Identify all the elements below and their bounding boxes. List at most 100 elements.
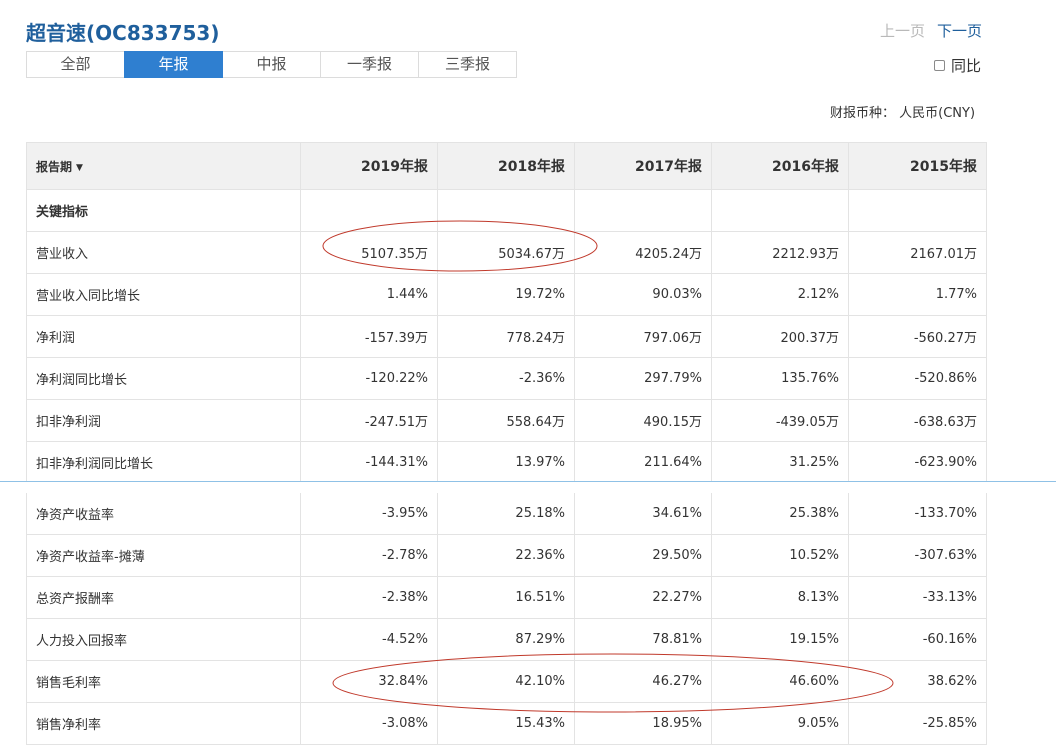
section-label: 关键指标: [26, 189, 301, 232]
row-label: 营业收入: [26, 231, 301, 274]
currency-note: 财报币种： 人民币(CNY): [830, 106, 976, 121]
table-row: 销售毛利率 32.84% 42.10% 46.27% 46.60% 38.62%: [26, 660, 987, 703]
table-cell: 32.84%: [300, 660, 438, 703]
table-row: 营业收入 5107.35万 5034.67万 4205.24万 2212.93万 2167…: [26, 231, 987, 274]
period-header-label: 报告期: [36, 159, 73, 174]
tab-q3[interactable]: 三季报: [418, 51, 517, 78]
screenshot-seam: [0, 481, 1056, 492]
table-cell: 25.38%: [711, 487, 849, 535]
table-cell: 42.10%: [437, 660, 575, 703]
table-row: 扣非净利润 -247.51万 558.64万 490.15万 -439.05万 -638.…: [26, 399, 987, 442]
screenshot-seam-line: [0, 481, 1056, 482]
table-cell: 1.77%: [848, 273, 987, 316]
table-row: 净利润 -157.39万 778.24万 797.06万 200.37万 -560.27万: [26, 315, 987, 358]
table-cell: 135.76%: [711, 357, 849, 400]
table-header-row: 报告期 ▼ 2019年报 2018年报 2017年报 2016年报 2015年报: [26, 142, 987, 190]
yoy-checkbox[interactable]: [934, 60, 945, 71]
table-cell: 4205.24万: [574, 231, 712, 274]
table-row: 销售净利率 -3.08% 15.43% 18.95% 9.05% -25.85%: [26, 702, 987, 745]
row-label: 扣非净利润: [26, 399, 301, 442]
section-row: 关键指标: [26, 189, 987, 232]
tab-annual[interactable]: 年报: [124, 51, 223, 78]
tab-interim[interactable]: 中报: [222, 51, 321, 78]
table-cell: -120.22%: [300, 357, 438, 400]
table-cell: 87.29%: [437, 618, 575, 661]
report-type-tabs: 全部 年报 中报 一季报 三季报: [26, 51, 517, 78]
table-cell: -3.95%: [300, 487, 438, 535]
column-header: 2017年报: [574, 142, 712, 190]
next-page-link[interactable]: 下一页: [937, 20, 982, 41]
page-title: 超音速(OC833753): [26, 21, 220, 45]
financial-indicators-table: 报告期 ▼ 2019年报 2018年报 2017年报 2016年报 2015年报 …: [26, 142, 987, 745]
table-cell: 38.62%: [848, 660, 987, 703]
table-cell: -2.78%: [300, 534, 438, 577]
table-cell: 22.27%: [574, 576, 712, 619]
table-cell: -638.63万: [848, 399, 987, 442]
table-cell: 8.13%: [711, 576, 849, 619]
table-cell: -2.36%: [437, 357, 575, 400]
table-cell: 16.51%: [437, 576, 575, 619]
table-cell: -560.27万: [848, 315, 987, 358]
row-label: 营业收入同比增长: [26, 273, 301, 316]
table-cell: 200.37万: [711, 315, 849, 358]
table-row: 营业收入同比增长 1.44% 19.72% 90.03% 2.12% 1.77%: [26, 273, 987, 316]
table-cell: 19.72%: [437, 273, 575, 316]
table-cell: -133.70%: [848, 487, 987, 535]
table-cell: -60.16%: [848, 618, 987, 661]
table-cell: 778.24万: [437, 315, 575, 358]
table-cell: 46.27%: [574, 660, 712, 703]
row-label: 净利润: [26, 315, 301, 358]
table-cell: 5034.67万: [437, 231, 575, 274]
row-label: 销售毛利率: [26, 660, 301, 703]
table-cell: 19.15%: [711, 618, 849, 661]
table-cell: 5107.35万: [300, 231, 438, 274]
row-label: 人力投入回报率: [26, 618, 301, 661]
table-cell: 2167.01万: [848, 231, 987, 274]
row-label: 净利润同比增长: [26, 357, 301, 400]
table-cell: 558.64万: [437, 399, 575, 442]
table-cell: -157.39万: [300, 315, 438, 358]
table-cell: 34.61%: [574, 487, 712, 535]
table-cell: -3.08%: [300, 702, 438, 745]
table-cell: 490.15万: [574, 399, 712, 442]
row-label: 净资产收益率-摊薄: [26, 534, 301, 577]
column-header: 2019年报: [300, 142, 438, 190]
table-cell: 18.95%: [574, 702, 712, 745]
table-cell: -247.51万: [300, 399, 438, 442]
table-cell: 797.06万: [574, 315, 712, 358]
table-cell: -307.63%: [848, 534, 987, 577]
table-row: 净利润同比增长 -120.22% -2.36% 297.79% 135.76% -520.…: [26, 357, 987, 400]
table-cell: 29.50%: [574, 534, 712, 577]
table-cell: -2.38%: [300, 576, 438, 619]
table-row: 净资产收益率 -3.95% 25.18% 34.61% 25.38% -133.70%: [26, 487, 987, 535]
row-label: 销售净利率: [26, 702, 301, 745]
row-label: 净资产收益率: [26, 487, 301, 535]
table-cell: -25.85%: [848, 702, 987, 745]
table-row: 人力投入回报率 -4.52% 87.29% 78.81% 19.15% -60.16%: [26, 618, 987, 661]
table-cell: 90.03%: [574, 273, 712, 316]
column-header: 2015年报: [848, 142, 987, 190]
period-header[interactable]: 报告期 ▼: [26, 142, 301, 190]
table-cell: 25.18%: [437, 487, 575, 535]
prev-page-link[interactable]: 上一页: [880, 20, 925, 41]
table-cell: 2212.93万: [711, 231, 849, 274]
table-row: 净资产收益率-摊薄 -2.78% 22.36% 29.50% 10.52% -307.63…: [26, 534, 987, 577]
table-body: 关键指标 营业收入 5107.35万 5034.67万 4205.24万 2212.93…: [26, 189, 987, 745]
table-cell: -33.13%: [848, 576, 987, 619]
table-row: 总资产报酬率 -2.38% 16.51% 22.27% 8.13% -33.13%: [26, 576, 987, 619]
caret-down-icon[interactable]: ▼: [76, 163, 83, 173]
table-cell: 22.36%: [437, 534, 575, 577]
table-cell: 9.05%: [711, 702, 849, 745]
table-cell: 2.12%: [711, 273, 849, 316]
table-cell: 78.81%: [574, 618, 712, 661]
row-label: 总资产报酬率: [26, 576, 301, 619]
table-cell: 46.60%: [711, 660, 849, 703]
yoy-toggle[interactable]: 同比: [934, 55, 981, 76]
tab-all[interactable]: 全部: [26, 51, 125, 78]
table-cell: 10.52%: [711, 534, 849, 577]
table-cell: -439.05万: [711, 399, 849, 442]
yoy-label: 同比: [951, 57, 982, 75]
table-cell: 297.79%: [574, 357, 712, 400]
column-header: 2018年报: [437, 142, 575, 190]
tab-q1[interactable]: 一季报: [320, 51, 419, 78]
